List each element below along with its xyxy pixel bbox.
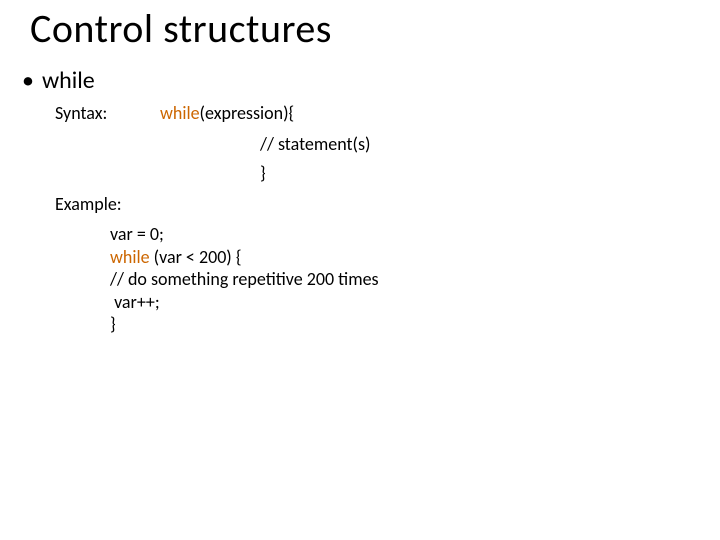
bullet-marker: • [22,66,42,95]
page-title: Control structures [30,4,332,53]
example-code-block: var = 0; while (var < 200) { // do somet… [110,223,379,336]
syntax-label: Syntax: [55,102,107,124]
code-line-4: var++; [110,291,379,314]
syntax-line-3: } [260,162,266,184]
keyword-while: while [110,246,150,268]
code-line-1: var = 0; [110,223,379,246]
code-line-5: } [110,313,379,336]
code-line-2: while (var < 200) { [110,246,379,269]
bullet-text: while [42,66,95,95]
slide: Control structures •while Syntax: while(… [0,0,720,540]
syntax-line-2: // statement(s) [260,133,370,155]
syntax-line-1: while(expression){ [160,102,294,124]
keyword-while: while [160,102,200,124]
code-line-3: // do something repetitive 200 times [110,268,379,291]
syntax-line-1-rest: (expression){ [200,102,295,124]
example-label: Example: [55,193,122,215]
bullet-while: •while [22,66,95,95]
code-line-2-rest: (var < 200) { [150,246,242,268]
